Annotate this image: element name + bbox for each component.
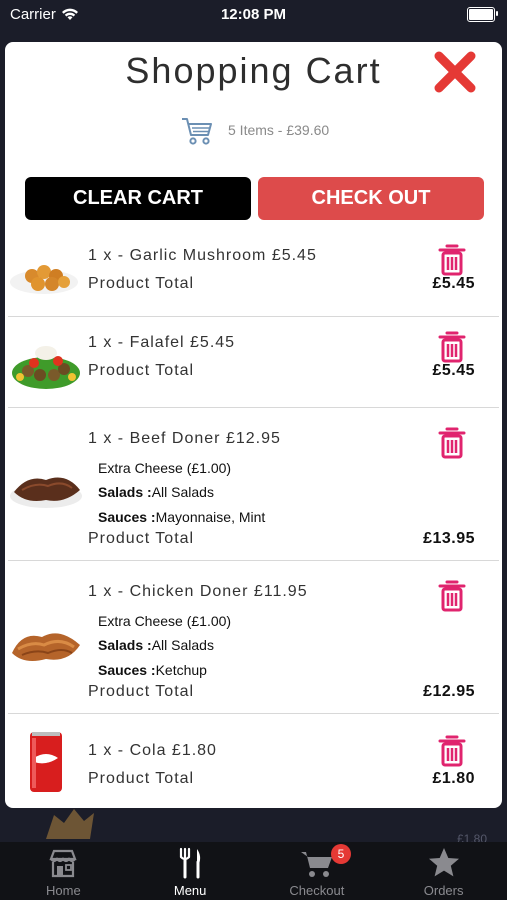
item-title: 1 x - Garlic Mushroom £5.45: [88, 247, 317, 264]
battery-icon: [467, 7, 498, 22]
tab-checkout[interactable]: Checkout: [254, 842, 381, 900]
tab-bar: Home Menu Checkout Orders: [0, 842, 507, 900]
item-total: £5.45: [432, 362, 475, 379]
cutlery-icon: [180, 847, 201, 879]
trash-icon[interactable]: [437, 734, 467, 768]
product-total-label: Product Total: [88, 770, 195, 787]
product-total-label: Product Total: [88, 530, 195, 547]
garlic-mushroom-image: [10, 265, 78, 294]
item-title: 1 x - Beef Doner £12.95: [88, 430, 281, 447]
chicken-doner-image: [12, 633, 80, 661]
checkout-badge: 5: [331, 844, 351, 864]
status-bar: Carrier 12:08 PM: [0, 0, 507, 30]
cart-item: 1 x - Garlic Mushroom £5.45 Product Tota…: [8, 230, 499, 317]
trash-icon[interactable]: [437, 330, 467, 364]
modal-title: Shopping Cart: [125, 50, 382, 91]
tab-menu[interactable]: Menu: [127, 842, 254, 900]
trash-icon[interactable]: [437, 426, 467, 460]
beef-doner-image: [10, 477, 82, 508]
product-total-label: Product Total: [88, 275, 195, 292]
item-title: 1 x - Cola £1.80: [88, 742, 217, 759]
clock: 12:08 PM: [220, 6, 287, 23]
cart-item: 1 x - Falafel £5.45 Product Total £5.45: [8, 317, 499, 408]
cart-summary-text: 5 Items - £39.60: [228, 122, 330, 138]
store-icon: [49, 849, 77, 878]
product-total-label: Product Total: [88, 362, 195, 379]
tab-orders[interactable]: Orders: [380, 842, 507, 900]
item-option: Salads :All Salads: [98, 637, 214, 653]
cart-summary: 5 Items - £39.60: [180, 110, 329, 150]
clear-cart-button[interactable]: CLEAR CART: [25, 177, 251, 220]
checkout-button[interactable]: CHECK OUT: [258, 177, 484, 220]
cart-item: 1 x - Cola £1.80 Product Total £1.80: [8, 714, 499, 808]
item-title: 1 x - Falafel £5.45: [88, 334, 236, 351]
cart-icon: [300, 852, 332, 877]
tab-label: Checkout: [289, 883, 345, 898]
item-title: 1 x - Chicken Doner £11.95: [88, 583, 308, 600]
tab-label: Orders: [423, 883, 464, 898]
close-icon[interactable]: [433, 50, 477, 94]
item-total: £13.95: [423, 530, 475, 547]
product-total-label: Product Total: [88, 683, 195, 700]
item-option: Extra Cheese (£1.00): [98, 613, 232, 629]
star-icon: [428, 848, 459, 877]
tab-label: Home: [46, 883, 81, 898]
item-option: Salads :All Salads: [98, 484, 214, 500]
shopping-cart-modal: Shopping Cart 5 Items - £39.60 CLEAR CAR…: [5, 42, 502, 808]
falafel-image: [12, 346, 80, 389]
item-total: £5.45: [432, 275, 475, 292]
item-option: Sauces :Ketchup: [98, 662, 207, 678]
cart-item: 1 x - Beef Doner £12.95 Extra Cheese (£1…: [8, 408, 499, 561]
cart-icon: [182, 118, 212, 145]
item-option: Extra Cheese (£1.00): [98, 460, 232, 476]
cola-can-image: [30, 732, 62, 792]
cart-item: 1 x - Chicken Doner £11.95 Extra Cheese …: [8, 561, 499, 714]
item-option: Sauces :Mayonnaise, Mint: [98, 509, 266, 525]
item-total: £1.80: [432, 770, 475, 787]
trash-icon[interactable]: [437, 579, 467, 613]
tab-home[interactable]: Home: [0, 842, 127, 900]
item-total: £12.95: [423, 683, 475, 700]
background-food-image: [46, 809, 94, 839]
tab-label: Menu: [173, 883, 207, 898]
cart-items-list: 1 x - Garlic Mushroom £5.45 Product Tota…: [5, 230, 502, 808]
trash-icon[interactable]: [437, 243, 467, 277]
